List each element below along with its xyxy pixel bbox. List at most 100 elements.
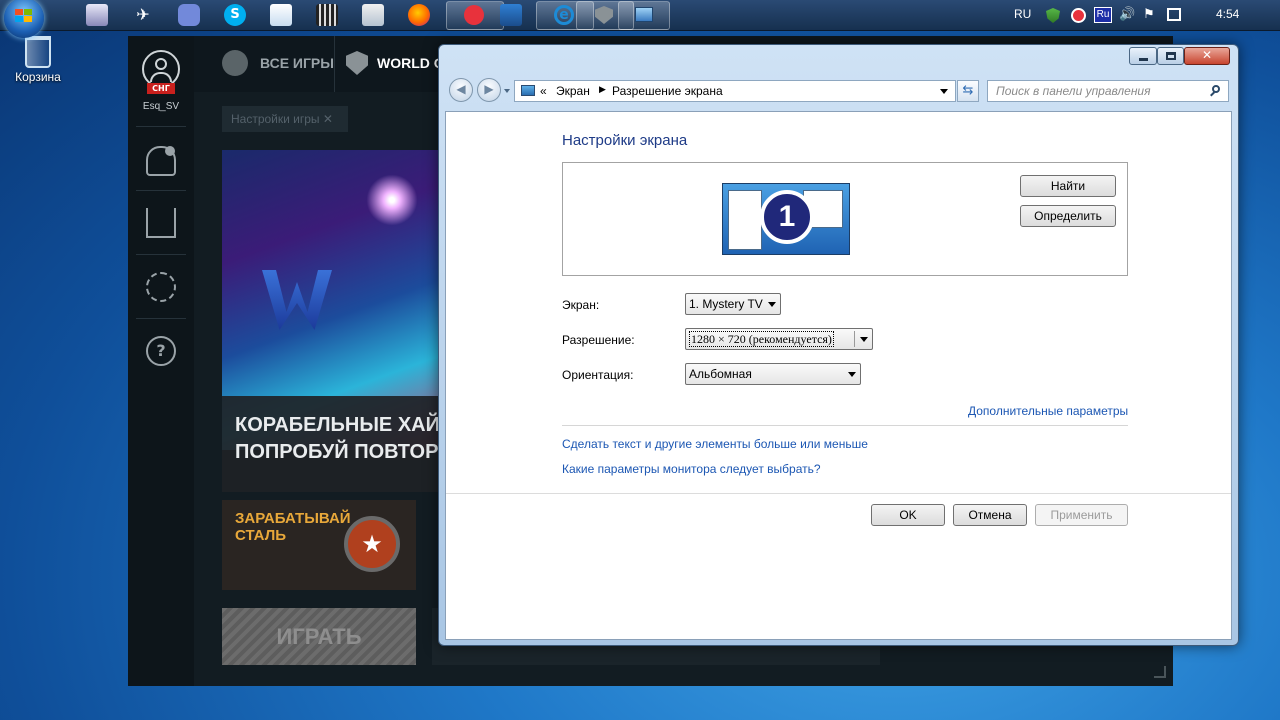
breadcrumb-resolution[interactable]: Разрешение экрана bbox=[612, 84, 723, 98]
save-disk-icon[interactable] bbox=[500, 4, 522, 26]
text-size-link[interactable]: Сделать текст и другие элементы больше и… bbox=[562, 437, 868, 451]
search-input[interactable]: Поиск в панели управления bbox=[987, 80, 1229, 102]
fireworks-icon bbox=[362, 170, 422, 230]
orientation-label: Ориентация: bbox=[562, 368, 634, 382]
winrar-icon[interactable] bbox=[86, 4, 108, 26]
resize-grip-icon[interactable] bbox=[1154, 666, 1166, 678]
network-icon[interactable] bbox=[1167, 8, 1181, 21]
skype-icon[interactable]: S bbox=[224, 4, 246, 26]
game-settings-chip-label: Настройки игры bbox=[231, 112, 320, 126]
chevron-down-icon bbox=[768, 302, 776, 307]
display-select[interactable]: 1. Mystery TV bbox=[685, 293, 781, 315]
orientation-select-value: Альбомная bbox=[689, 367, 752, 381]
banner-headline-line1: КОРАБЕЛЬНЫЕ ХАЙЛ bbox=[235, 414, 455, 436]
cancel-button[interactable]: Отмена bbox=[953, 504, 1027, 526]
monitor-help-link[interactable]: Какие параметры монитора следует выбрать… bbox=[562, 462, 821, 476]
back-button[interactable]: ◀ bbox=[449, 78, 473, 102]
close-button[interactable]: ✕ bbox=[1184, 47, 1230, 65]
close-icon: ✕ bbox=[1201, 48, 1213, 62]
action-center-flag-icon[interactable]: ⚑ bbox=[1143, 6, 1155, 22]
minimize-icon bbox=[1139, 58, 1148, 61]
breadcrumb-screen[interactable]: Экран bbox=[556, 84, 590, 98]
resolution-select-value: 1280 × 720 (рекомендуется) bbox=[689, 331, 834, 347]
settings-gear-icon[interactable] bbox=[146, 272, 176, 302]
chevron-down-icon bbox=[860, 337, 868, 342]
display-label: Экран: bbox=[562, 298, 600, 312]
world-of-warships-icon bbox=[346, 51, 368, 75]
recent-pages-dropdown-icon[interactable] bbox=[504, 89, 510, 93]
star-medal-icon: ★ bbox=[344, 516, 400, 572]
maximize-icon bbox=[1166, 52, 1176, 60]
ok-button[interactable]: OK bbox=[871, 504, 945, 526]
search-placeholder: Поиск в панели управления bbox=[996, 84, 1151, 98]
start-button[interactable] bbox=[4, 0, 44, 38]
all-games-icon bbox=[222, 50, 248, 76]
monitor-1-thumbnail[interactable]: 1 bbox=[722, 183, 850, 255]
taskbar-app-control-panel[interactable] bbox=[618, 1, 670, 30]
notification-dot-icon bbox=[165, 146, 175, 156]
resolution-label: Разрешение: bbox=[562, 333, 635, 347]
tab-all-games[interactable]: ВСЕ ИГРЫ bbox=[260, 55, 334, 71]
language-indicator[interactable]: RU bbox=[1014, 7, 1031, 21]
resolution-select[interactable]: 1280 × 720 (рекомендуется) bbox=[685, 328, 873, 350]
control-panel-icon bbox=[635, 7, 653, 22]
play-button[interactable]: ИГРАТЬ bbox=[222, 608, 416, 665]
minimize-button[interactable] bbox=[1129, 47, 1157, 65]
download-icon[interactable] bbox=[146, 208, 176, 238]
earn-steel-line2: СТАЛЬ bbox=[235, 527, 286, 544]
apply-button[interactable]: Применить bbox=[1035, 504, 1128, 526]
earn-steel-line1: ЗАРАБАТЫВАЙ bbox=[235, 510, 351, 527]
orientation-select[interactable]: Альбомная bbox=[685, 363, 861, 385]
volume-icon[interactable]: 🔊 bbox=[1119, 6, 1135, 22]
promo-banner-caption: КОРАБЕЛЬНЫЕ ХАЙЛ ПОПРОБУЙ ПОВТОРИ bbox=[222, 396, 454, 492]
resolution-select-divider bbox=[854, 331, 855, 347]
maximize-button[interactable] bbox=[1157, 47, 1184, 65]
breadcrumb-separator-icon bbox=[545, 84, 548, 98]
recycle-bin-icon[interactable]: Корзина bbox=[10, 36, 66, 84]
forward-button[interactable]: ▶ bbox=[477, 78, 501, 102]
trash-icon bbox=[25, 36, 51, 68]
region-badge: СНГ bbox=[147, 83, 175, 94]
keyboard-layout-indicator[interactable]: Ru bbox=[1094, 7, 1112, 23]
window-content: Настройки экрана 1 Найти Определить Экра… bbox=[445, 111, 1232, 640]
earn-steel-card[interactable]: ЗАРАБАТЫВАЙ СТАЛЬ ★ bbox=[222, 500, 416, 590]
address-dropdown-icon[interactable] bbox=[940, 89, 948, 94]
footer-divider bbox=[446, 493, 1231, 494]
warships-icon bbox=[595, 6, 613, 24]
airplane-app-icon[interactable]: ✈ bbox=[132, 4, 154, 26]
refresh-button[interactable]: ⇆ bbox=[957, 80, 979, 102]
firefox-icon[interactable] bbox=[408, 4, 430, 26]
username: Esq_SV bbox=[142, 101, 180, 112]
banner-headline-line2: ПОПРОБУЙ ПОВТОРИ bbox=[235, 441, 453, 463]
forward-arrow-icon: ▶ bbox=[484, 82, 494, 96]
breadcrumb-arrow-icon[interactable]: ▶ bbox=[599, 84, 606, 95]
game-settings-chip[interactable]: Настройки игры ✕ bbox=[222, 106, 348, 132]
clock[interactable]: 4:54 bbox=[1216, 7, 1239, 21]
refresh-icon: ⇆ bbox=[962, 83, 974, 98]
video-editor-icon[interactable] bbox=[316, 4, 338, 26]
taskbar-app-opera[interactable] bbox=[446, 1, 504, 30]
advanced-settings-link[interactable]: Дополнительные параметры bbox=[968, 404, 1128, 418]
control-panel-icon bbox=[521, 85, 535, 96]
help-icon[interactable]: ? bbox=[146, 336, 176, 366]
close-icon[interactable]: ✕ bbox=[323, 112, 333, 126]
monitor-preview-box: 1 Найти Определить bbox=[562, 162, 1128, 276]
display-select-value: 1. Mystery TV bbox=[689, 297, 763, 311]
address-bar[interactable]: « Экран ▶ Разрешение экрана bbox=[514, 80, 956, 102]
taskbar: ✈ S e RU Ru 🔊 ⚑ 4:54 bbox=[0, 0, 1280, 38]
opera-tray-icon[interactable] bbox=[1071, 8, 1086, 23]
discord-icon[interactable] bbox=[178, 4, 200, 26]
divider bbox=[562, 425, 1128, 426]
internet-explorer-icon: e bbox=[554, 5, 574, 25]
back-arrow-icon: ◀ bbox=[456, 82, 466, 96]
monitor-number-badge: 1 bbox=[760, 190, 814, 244]
user-icon bbox=[155, 58, 167, 70]
security-shield-icon[interactable] bbox=[1046, 8, 1060, 23]
notepad-icon[interactable] bbox=[270, 4, 292, 26]
identify-button[interactable]: Определить bbox=[1020, 205, 1116, 227]
play-button-label: ИГРАТЬ bbox=[276, 624, 362, 649]
detect-button[interactable]: Найти bbox=[1020, 175, 1116, 197]
calculator-icon[interactable] bbox=[362, 4, 384, 26]
page-title: Настройки экрана bbox=[562, 132, 688, 149]
recycle-bin-label: Корзина bbox=[15, 70, 61, 84]
